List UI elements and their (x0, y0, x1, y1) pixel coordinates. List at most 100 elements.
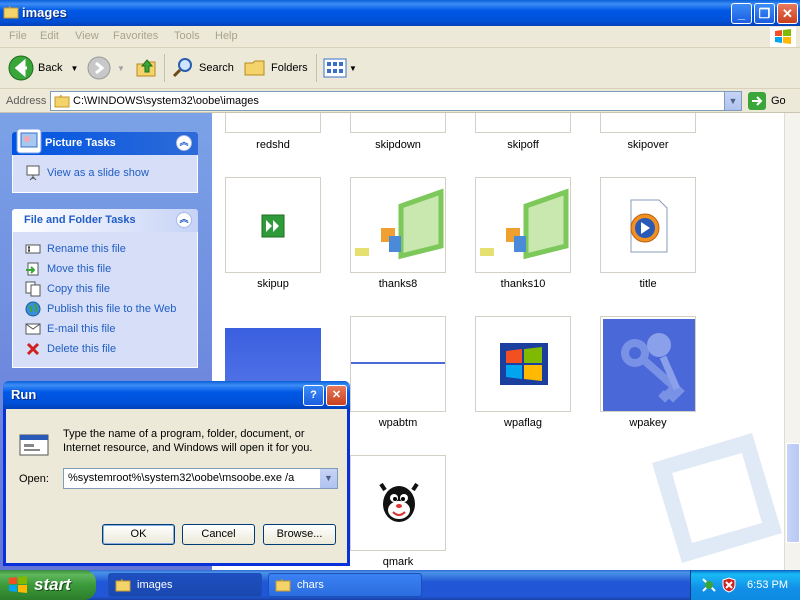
file-thumbnail[interactable] (350, 316, 446, 412)
file-label[interactable]: wpaflag (463, 417, 583, 429)
file-thumbnail[interactable] (350, 177, 446, 273)
task-move-file[interactable]: Move this file (25, 261, 111, 277)
minimize-button[interactable]: _ (731, 3, 752, 24)
file-label[interactable]: thanks10 (463, 278, 583, 290)
file-thumbnail[interactable] (475, 177, 571, 273)
search-icon (172, 58, 192, 78)
close-button[interactable]: ✕ (777, 3, 798, 24)
network-icon[interactable] (701, 577, 717, 593)
picture-tasks-header[interactable]: Picture Tasks ︽ (12, 128, 198, 155)
file-label[interactable]: thanks8 (338, 278, 458, 290)
up-folder-button[interactable] (135, 54, 159, 82)
file-thumbnail[interactable] (225, 113, 321, 133)
copy-icon (25, 281, 41, 297)
folder-icon (54, 94, 70, 108)
window-title: images (22, 5, 67, 20)
file-thumbnail[interactable] (600, 113, 696, 133)
folders-label: Folders (271, 62, 308, 74)
window-title-bar[interactable]: images _ ❐ ✕ (0, 0, 800, 26)
file-thumbnail[interactable] (225, 177, 321, 273)
file-label[interactable]: redshd (213, 139, 333, 151)
folders-button[interactable]: Folders (243, 54, 308, 82)
views-button[interactable]: ▼ (323, 54, 357, 82)
search-button[interactable]: Search (171, 54, 234, 82)
globe-icon (25, 301, 41, 317)
menu-tools[interactable]: Tools (174, 30, 200, 42)
go-label: Go (771, 95, 786, 107)
views-dropdown-icon[interactable]: ▼ (349, 64, 357, 73)
task-view-slideshow[interactable]: View as a slide show (25, 165, 149, 181)
task-email-file[interactable]: E-mail this file (25, 321, 115, 337)
run-dialog-title: Run (11, 387, 37, 402)
up-folder-icon (136, 59, 156, 77)
file-thumbnail[interactable] (475, 113, 571, 133)
folder-icon (275, 578, 291, 592)
file-folder-tasks-title: File and Folder Tasks (24, 214, 136, 226)
security-shield-icon[interactable] (721, 577, 737, 593)
open-dropdown-icon[interactable]: ▼ (320, 469, 337, 488)
address-dropdown-icon[interactable]: ▼ (724, 92, 741, 110)
menu-file[interactable]: File (9, 30, 27, 42)
file-folder-tasks-header[interactable]: File and Folder Tasks ︽ (12, 209, 198, 232)
system-tray: 6:53 PM (690, 570, 800, 600)
file-label[interactable]: skipoff (463, 139, 583, 151)
maximize-button[interactable]: ❐ (754, 3, 775, 24)
folder-watermark-icon (652, 433, 782, 563)
vertical-scrollbar[interactable] (784, 113, 800, 570)
file-label[interactable]: skipdown (338, 139, 458, 151)
folders-icon (244, 60, 265, 76)
address-value: C:\WINDOWS\system32\oobe\images (73, 95, 259, 107)
file-label[interactable]: skipover (588, 139, 708, 151)
task-copy-file[interactable]: Copy this file (25, 281, 110, 297)
run-dialog: Run ? ✕ Type the name of a program, fold… (3, 381, 350, 566)
forward-button[interactable]: ▼ (87, 54, 125, 82)
close-button[interactable]: ✕ (326, 385, 347, 406)
file-thumbnail[interactable] (600, 316, 696, 412)
file-label[interactable]: skipup (213, 278, 333, 290)
help-button[interactable]: ? (303, 385, 324, 406)
task-rename-file[interactable]: Rename this file (25, 241, 126, 257)
cancel-button[interactable]: Cancel (182, 524, 255, 545)
address-input[interactable]: C:\WINDOWS\system32\oobe\images ▼ (50, 91, 742, 111)
thanks-graphic-icon (480, 188, 569, 260)
scrollbar-thumb[interactable] (786, 443, 800, 543)
taskbar-item-chars[interactable]: chars (268, 573, 422, 597)
qmark-character-icon (379, 482, 419, 522)
file-thumbnail[interactable] (600, 177, 696, 273)
run-program-icon (19, 434, 49, 456)
file-label[interactable]: qmark (338, 556, 458, 568)
task-label: View as a slide show (47, 167, 149, 179)
back-button[interactable]: Back ▼ (8, 54, 78, 82)
menu-view[interactable]: View (75, 30, 99, 42)
open-input[interactable]: %systemroot%\system32\oobe\msoobe.exe /a… (63, 468, 338, 489)
task-delete-file[interactable]: Delete this file (25, 341, 116, 357)
rename-icon (25, 244, 41, 254)
ok-button[interactable]: OK (102, 524, 175, 545)
file-label[interactable]: title (588, 278, 708, 290)
file-label[interactable]: wpabtm (338, 417, 458, 429)
email-icon (25, 323, 41, 335)
menu-help[interactable]: Help (215, 30, 238, 42)
file-folder-tasks-body: Rename this file Move this file Copy thi… (12, 232, 198, 368)
address-label: Address (6, 95, 47, 107)
collapse-chevron-icon[interactable]: ︽ (176, 135, 192, 151)
task-publish-web[interactable]: Publish this file to the Web (25, 301, 176, 317)
run-dialog-title-bar[interactable]: Run ? ✕ (3, 381, 350, 409)
taskbar-item-images[interactable]: images (108, 573, 262, 597)
taskbar-item-label: images (137, 579, 173, 591)
menu-edit[interactable]: Edit (40, 30, 59, 42)
file-thumbnail[interactable] (350, 455, 446, 551)
back-dropdown-icon[interactable]: ▼ (70, 64, 78, 73)
go-arrow-icon (748, 92, 766, 110)
browse-button[interactable]: Browse... (263, 524, 336, 545)
forward-dropdown-icon[interactable]: ▼ (117, 64, 125, 73)
start-button[interactable]: start (0, 570, 96, 600)
toolbar: Back ▼ ▼ Search Folders ▼ (0, 48, 800, 89)
go-button[interactable]: Go (748, 92, 786, 110)
collapse-chevron-icon[interactable]: ︽ (176, 212, 192, 228)
clock[interactable]: 6:53 PM (747, 579, 788, 591)
menu-bar: File Edit View Favorites Tools Help (0, 26, 800, 48)
file-thumbnail[interactable] (350, 113, 446, 133)
file-thumbnail[interactable] (475, 316, 571, 412)
menu-favorites[interactable]: Favorites (113, 30, 158, 42)
